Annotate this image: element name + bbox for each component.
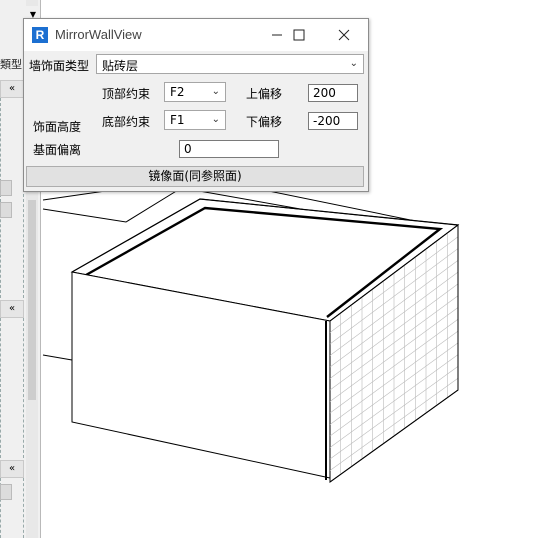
bottom-constraint-value: F1 (170, 113, 185, 127)
close-icon[interactable] (329, 23, 359, 47)
mirror-face-button[interactable]: 镜像面(同参照面) (26, 166, 364, 187)
window-title: MirrorWallView (55, 27, 142, 42)
face-type-select[interactable]: 贴砖层 ⌄ (96, 54, 364, 74)
revit-logo-icon: R (32, 27, 48, 43)
face-type-label: 墙饰面类型 (29, 59, 90, 73)
face-type-value: 贴砖层 (102, 59, 139, 73)
chevron-down-icon: ⌄ (349, 58, 358, 69)
bottom-constraint-label: 底部约束 (102, 115, 151, 129)
dialog-content: 墙饰面类型 贴砖层 ⌄ 饰面高度 顶部约束 F2 ⌄ 上偏移 200 底部约束 … (24, 51, 368, 191)
base-offset-label: 基面偏离 (33, 143, 82, 157)
top-constraint-select[interactable]: F2 ⌄ (164, 82, 226, 102)
maximize-icon[interactable] (284, 23, 314, 47)
chevron-down-icon: ⌄ (211, 114, 220, 125)
bottom-offset-label: 下偏移 (246, 115, 283, 129)
chevron-down-icon: ⌄ (211, 86, 220, 97)
floor-line (42, 354, 73, 361)
mirror-wall-view-dialog: R MirrorWallView 墙饰面类型 贴砖层 ⌄ 饰面高度 顶部约束 F… (23, 18, 369, 192)
bottom-constraint-select[interactable]: F1 ⌄ (164, 110, 226, 130)
bottom-offset-input[interactable]: -200 (308, 112, 358, 130)
title-bar[interactable]: R MirrorWallView (24, 19, 368, 51)
face-height-label: 饰面高度 (33, 120, 82, 134)
top-constraint-value: F2 (170, 85, 185, 99)
top-offset-label: 上偏移 (246, 87, 283, 101)
top-constraint-label: 顶部约束 (102, 87, 151, 101)
base-offset-input[interactable]: 0 (179, 140, 279, 158)
top-offset-input[interactable]: 200 (308, 84, 358, 102)
